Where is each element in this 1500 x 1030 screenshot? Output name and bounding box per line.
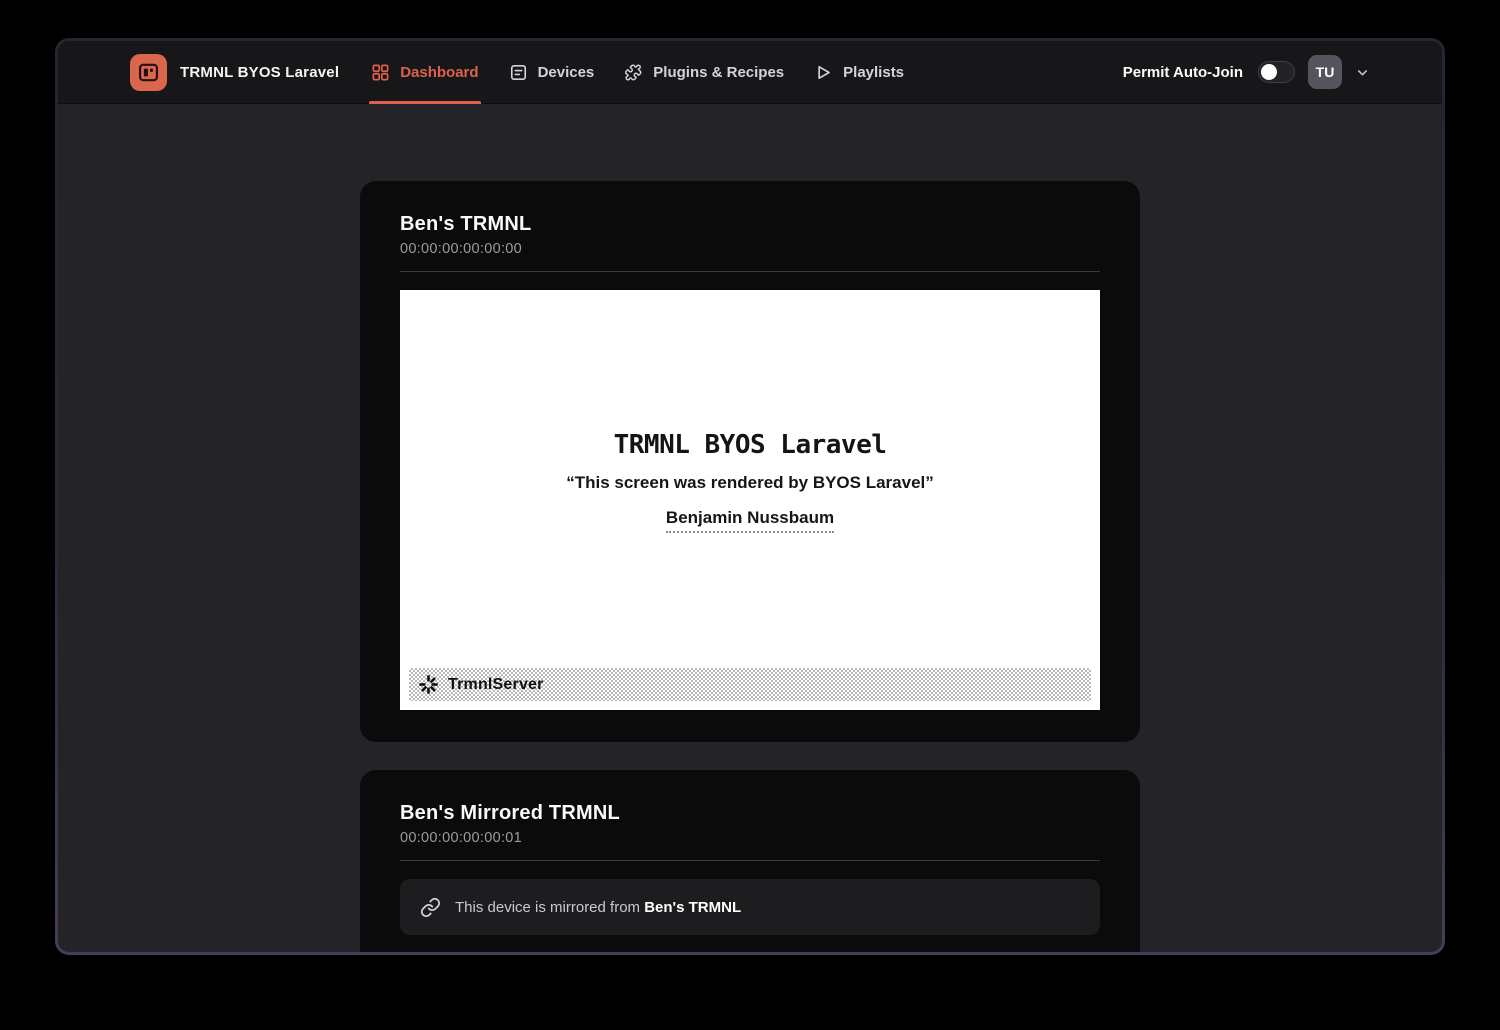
play-icon: [814, 63, 833, 82]
device-card-bens-mirrored-trmnl: Ben's Mirrored TRMNL 00:00:00:00:00:01 T…: [360, 770, 1140, 952]
card-divider: [400, 860, 1100, 861]
nav-items: Dashboard Devices Plugins & Recipes: [369, 41, 906, 104]
mirror-notice-prefix: This device is mirrored from: [455, 899, 644, 916]
app-window-frame: TRMNL BYOS Laravel Dashboard: [55, 38, 1445, 955]
permit-auto-join-toggle[interactable]: [1258, 61, 1295, 83]
mirror-notice-text: This device is mirrored from Ben's TRMNL: [455, 899, 741, 916]
screen-footer-label: TrmnlServer: [448, 676, 544, 694]
screen-quote: “This screen was rendered by BYOS Larave…: [400, 473, 1100, 493]
screen-footer-bar: TrmnlServer: [409, 668, 1091, 701]
chevron-down-icon: [1355, 65, 1370, 80]
nav-item-plugins-recipes[interactable]: Plugins & Recipes: [622, 41, 786, 104]
nav-item-label: Dashboard: [400, 64, 478, 81]
brand: TRMNL BYOS Laravel: [130, 54, 339, 91]
device-card-bens-trmnl: Ben's TRMNL 00:00:00:00:00:00 TRMNL BYOS…: [360, 181, 1140, 742]
nav-item-label: Devices: [538, 64, 595, 81]
nav-item-label: Plugins & Recipes: [653, 64, 784, 81]
main-content: Ben's TRMNL 00:00:00:00:00:00 TRMNL BYOS…: [58, 104, 1442, 952]
device-name: Ben's TRMNL: [400, 213, 1100, 236]
nav-item-label: Playlists: [843, 64, 904, 81]
screen-title: TRMNL BYOS Laravel: [400, 430, 1100, 460]
device-name: Ben's Mirrored TRMNL: [400, 802, 1100, 825]
navbar: TRMNL BYOS Laravel Dashboard: [58, 41, 1442, 104]
nav-item-dashboard[interactable]: Dashboard: [369, 41, 480, 104]
user-menu-button[interactable]: [1355, 65, 1370, 80]
link-icon: [420, 897, 441, 918]
permit-auto-join-label: Permit Auto-Join: [1123, 64, 1243, 81]
screen-author-link: Benjamin Nussbaum: [666, 508, 834, 533]
brand-title: TRMNL BYOS Laravel: [180, 64, 339, 81]
puzzle-icon: [624, 63, 643, 82]
screen-author-row: Benjamin Nussbaum: [400, 508, 1100, 533]
nav-item-playlists[interactable]: Playlists: [812, 41, 906, 104]
toggle-knob: [1261, 64, 1277, 80]
app-window: TRMNL BYOS Laravel Dashboard: [58, 41, 1442, 952]
nav-item-devices[interactable]: Devices: [507, 41, 597, 104]
mirror-notice: This device is mirrored from Ben's TRMNL: [400, 879, 1100, 935]
device-mac-address: 00:00:00:00:00:01: [400, 830, 1100, 846]
device-mac-address: 00:00:00:00:00:00: [400, 241, 1100, 257]
eink-screen-preview: TRMNL BYOS Laravel “This screen was rend…: [400, 290, 1100, 710]
card-divider: [400, 271, 1100, 272]
navbar-right: Permit Auto-Join TU: [1123, 55, 1370, 89]
spinner-icon: [418, 674, 439, 695]
active-tab-underline: [369, 101, 480, 104]
device-list-icon: [509, 63, 528, 82]
grid-icon: [371, 63, 390, 82]
mirror-source-device: Ben's TRMNL: [644, 899, 741, 916]
trmnl-logo-icon: [130, 54, 167, 91]
user-avatar[interactable]: TU: [1308, 55, 1342, 89]
